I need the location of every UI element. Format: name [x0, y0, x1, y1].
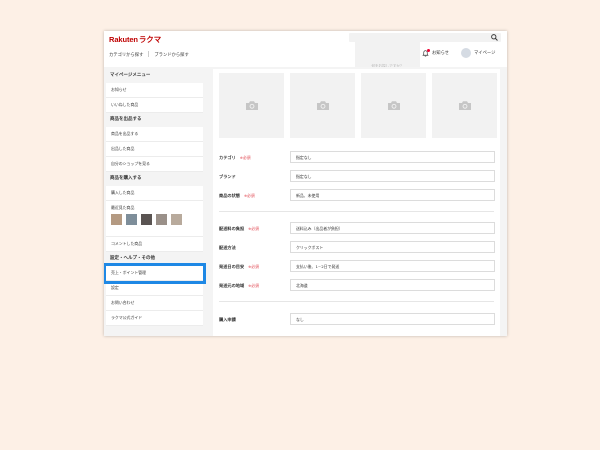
nav-category-link[interactable]: カテゴリから探す	[109, 52, 143, 58]
required-badge: ※必須	[243, 193, 255, 198]
mypage-button[interactable]: マイページ	[461, 47, 495, 59]
section-divider	[219, 301, 494, 302]
recent-thumb[interactable]	[171, 214, 182, 225]
field-label: 購入申請	[219, 313, 236, 327]
condition-select[interactable]: 新品、未使用	[290, 189, 495, 201]
nav-divider	[148, 51, 150, 57]
field-label: 商品の状態 ※必須	[219, 189, 255, 203]
recent-thumb[interactable]	[111, 214, 122, 225]
sidebar-item-notifications[interactable]: お知らせ	[106, 83, 203, 98]
photo-slots	[219, 73, 497, 138]
field-shipping-fee: 配送料の負担 ※必須 送料込み（出品者が負担）	[219, 222, 500, 236]
sidebar-item-purchased[interactable]: 購入した商品	[106, 186, 203, 201]
notifications-button[interactable]: お知らせ	[422, 48, 449, 58]
field-label: 配送料の負担 ※必須	[219, 222, 259, 236]
required-badge: ※必須	[248, 264, 259, 269]
required-badge: ※必須	[239, 155, 251, 160]
sidebar-item-listed[interactable]: 出品した商品	[106, 142, 203, 157]
field-purchase-request: 購入申請 なし	[219, 313, 500, 327]
section-divider	[219, 211, 494, 212]
field-condition: 商品の状態 ※必須 新品、未使用	[219, 189, 500, 203]
header: Rakutenラクマ 何をお探しですか？ カテゴリから探す ブランドから探す お知…	[104, 31, 507, 99]
nav-brand-link[interactable]: ブランドから探す	[154, 52, 188, 58]
notification-dot	[427, 48, 430, 52]
bell-icon	[422, 48, 430, 57]
search-icon[interactable]	[490, 33, 499, 42]
sidebar-item-commented[interactable]: コメントした商品	[106, 237, 203, 252]
field-label-text: ブランド	[219, 174, 236, 179]
camera-icon	[316, 101, 329, 110]
recent-thumb[interactable]	[156, 214, 167, 225]
photo-slot[interactable]	[219, 73, 284, 138]
field-label-text: カテゴリ	[219, 155, 236, 160]
shipping-fee-select[interactable]: 送料込み（出品者が負担）	[290, 222, 495, 234]
field-label-text: 商品の状態	[219, 193, 240, 198]
field-category: カテゴリ ※必須 指定なし	[219, 151, 500, 165]
field-label: カテゴリ ※必須	[219, 151, 251, 165]
sidebar-item-sales-points[interactable]: 売上・ポイント管理	[104, 263, 206, 284]
field-ship-region: 発送元の地域 ※必須 北海道	[219, 279, 500, 293]
recent-label: 最近見た商品	[111, 205, 135, 210]
sidebar-item-liked[interactable]: いいねした商品	[106, 98, 203, 113]
sidebar-section-buy: 商品を購入する	[110, 176, 142, 181]
field-label: ブランド	[219, 170, 236, 184]
camera-icon	[387, 101, 400, 110]
header-nav: カテゴリから探す ブランドから探す	[109, 51, 189, 58]
sidebar-item-recent[interactable]: 最近見た商品	[106, 201, 203, 237]
mypage-label: マイページ	[474, 51, 496, 56]
rakuma-logo[interactable]: Rakutenラクマ	[109, 34, 161, 45]
recent-thumb[interactable]	[141, 214, 152, 225]
recent-thumbnails	[111, 214, 203, 225]
field-brand: ブランド 指定なし	[219, 170, 500, 184]
photo-slot[interactable]	[432, 73, 497, 138]
sidebar-section-mypage: マイページメニュー	[110, 73, 151, 78]
notifications-label: お知らせ	[432, 51, 450, 56]
brand-select[interactable]: 指定なし	[290, 170, 495, 182]
listing-form: カテゴリ ※必須 指定なし ブランド 指定なし 商品の状態 ※必須 新品、未使用 配…	[213, 69, 500, 336]
recent-thumb[interactable]	[126, 214, 137, 225]
field-label-text: 配送方法	[219, 245, 236, 250]
avatar	[461, 48, 471, 58]
ship-days-select[interactable]: 支払い後、1~2日で発送	[290, 260, 495, 272]
sidebar: マイページメニュー お知らせ いいねした商品 商品を出品する 商品を出品する 出…	[104, 69, 206, 326]
logo-main-text: Rakuten	[109, 35, 138, 44]
sidebar-item-sell[interactable]: 商品を出品する	[106, 127, 203, 142]
field-label: 発送元の地域 ※必須	[219, 279, 259, 293]
camera-icon	[245, 101, 258, 110]
shipping-method-select[interactable]: クリックポスト	[290, 241, 495, 253]
sidebar-item-shop[interactable]: 自分のショップを見る	[106, 157, 203, 172]
required-badge: ※必須	[248, 283, 259, 288]
app-window: Rakutenラクマ 何をお探しですか？ カテゴリから探す ブランドから探す お知…	[104, 31, 507, 336]
page-body: マイページメニュー お知らせ いいねした商品 商品を出品する 商品を出品する 出…	[104, 67, 507, 336]
field-label-text: 発送日の目安	[219, 264, 245, 269]
logo-sub-text: ラクマ	[138, 35, 162, 44]
search-input[interactable]: 何をお探しですか？	[349, 33, 501, 99]
category-select[interactable]: 指定なし	[290, 151, 495, 163]
field-label: 配送方法	[219, 241, 236, 255]
required-badge: ※必須	[248, 226, 259, 231]
purchase-request-select[interactable]: なし	[290, 313, 495, 325]
photo-slot[interactable]	[290, 73, 355, 138]
field-label-text: 購入申請	[219, 317, 236, 322]
field-ship-days: 発送日の目安 ※必須 支払い後、1~2日で発送	[219, 260, 500, 274]
sidebar-section-settings: 設定・ヘルプ・その他	[110, 256, 155, 261]
field-label: 発送日の目安 ※必須	[219, 260, 259, 274]
photo-slot[interactable]	[361, 73, 426, 138]
sidebar-item-settings[interactable]: 設定	[106, 281, 203, 296]
field-label-text: 配送料の負担	[219, 226, 245, 231]
field-shipping-method: 配送方法 クリックポスト	[219, 241, 500, 255]
sidebar-section-sell: 商品を出品する	[110, 117, 142, 122]
sidebar-item-contact[interactable]: お問い合わせ	[106, 296, 203, 311]
sidebar-item-guide[interactable]: ラクマ公式ガイド	[106, 311, 203, 326]
ship-region-select[interactable]: 北海道	[290, 279, 495, 291]
field-label-text: 発送元の地域	[219, 283, 245, 288]
camera-icon	[458, 101, 471, 110]
